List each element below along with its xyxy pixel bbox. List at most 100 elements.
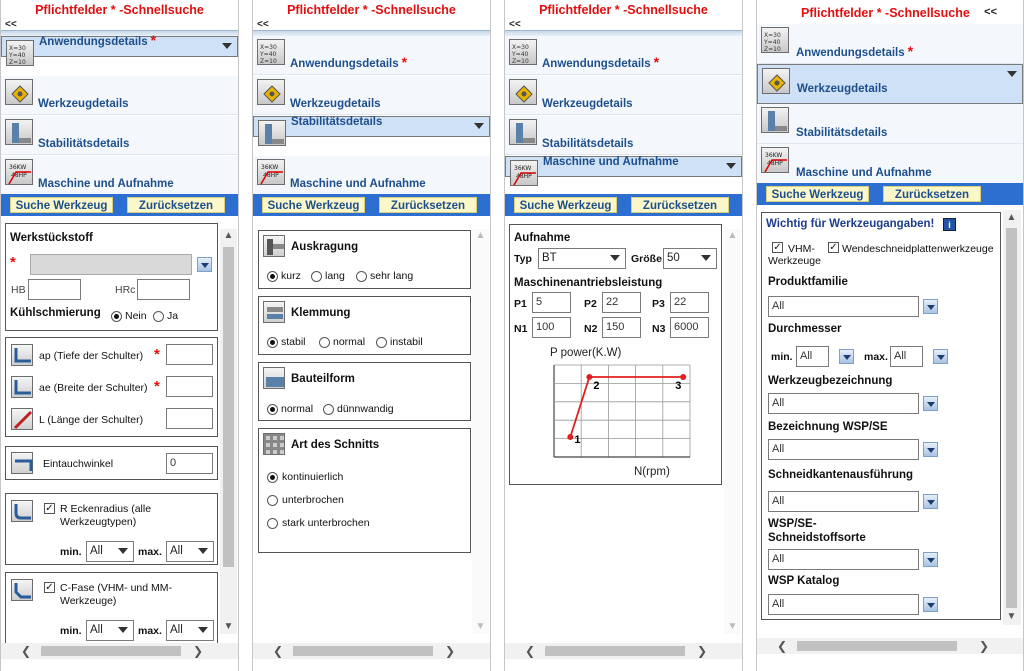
- nav-stabilitaetsdetails[interactable]: Stabilitätsdetails: [1, 116, 238, 155]
- nav-stabilitaetsdetails[interactable]: Stabilitätsdetails: [757, 104, 1023, 144]
- reset-button[interactable]: Zurücksetzen: [883, 186, 981, 202]
- schneidkante-dropdown-icon[interactable]: [923, 494, 938, 509]
- fase-max-select[interactable]: All: [166, 620, 214, 641]
- fase-checkbox[interactable]: ✓: [44, 582, 55, 593]
- normal-radio[interactable]: [319, 337, 330, 348]
- horizontal-scrollbar[interactable]: ❮ ❯: [757, 638, 1023, 654]
- scroll-down-icon[interactable]: ▼: [223, 622, 234, 632]
- search-tool-button[interactable]: Suche Werkzeug: [514, 197, 617, 213]
- scroll-up-icon[interactable]: ▲: [223, 231, 234, 241]
- produktfamilie-dropdown-icon[interactable]: [923, 299, 938, 314]
- scroll-right-icon[interactable]: ❯: [697, 644, 707, 658]
- fase-min-select[interactable]: All: [86, 620, 134, 641]
- sehrlang-radio[interactable]: [356, 271, 367, 282]
- instabil-radio[interactable]: [376, 337, 387, 348]
- stabil-radio[interactable]: [267, 337, 278, 348]
- nav-werkzeugdetails[interactable]: Werkzeugdetails: [1, 76, 238, 115]
- p2-input[interactable]: 22: [602, 292, 641, 313]
- hrc-input[interactable]: [137, 279, 190, 300]
- reset-button[interactable]: Zurücksetzen: [631, 197, 729, 213]
- nav-werkzeugdetails[interactable]: Werkzeugdetails: [505, 76, 742, 115]
- typ-select[interactable]: BT: [538, 248, 626, 269]
- schneidstoff-dropdown-icon[interactable]: [923, 552, 938, 567]
- werkzeugbezeichnung-dropdown-icon[interactable]: [923, 396, 938, 411]
- nav-stabilitaetsdetails[interactable]: Stabilitätsdetails: [505, 116, 742, 155]
- nav-werkzeugdetails[interactable]: Werkzeugdetails: [757, 64, 1023, 104]
- scroll-down-icon[interactable]: ▼: [727, 622, 738, 632]
- nav-anwendungsdetails[interactable]: X=30 Y=40 Z=10 Anwendungsdetails *: [253, 36, 490, 75]
- horizontal-scrollbar[interactable]: ❮ ❯: [505, 643, 742, 659]
- scroll-left-icon[interactable]: ❮: [21, 644, 31, 658]
- p3-input[interactable]: 22: [670, 292, 709, 313]
- eintauch-input[interactable]: 0: [166, 453, 213, 474]
- reset-button[interactable]: Zurücksetzen: [127, 197, 225, 213]
- scroll-right-icon[interactable]: ❯: [445, 644, 455, 658]
- radius-checkbox[interactable]: ✓: [44, 503, 55, 514]
- nav-stabilitaetsdetails[interactable]: Stabilitätsdetails: [253, 116, 490, 146]
- scroll-up-icon[interactable]: ▲: [727, 231, 738, 241]
- horizontal-scrollbar[interactable]: ❮ ❯: [1, 643, 238, 659]
- material-input[interactable]: [30, 254, 192, 275]
- search-tool-button[interactable]: Suche Werkzeug: [766, 186, 869, 202]
- n3-input[interactable]: 6000: [670, 317, 709, 338]
- scroll-thumb[interactable]: [545, 646, 685, 656]
- material-dropdown-icon[interactable]: [197, 257, 212, 272]
- produktfamilie-input[interactable]: All: [768, 296, 919, 317]
- scroll-left-icon[interactable]: ❮: [273, 644, 283, 658]
- bezeichnung-wsp-dropdown-icon[interactable]: [923, 442, 938, 457]
- scroll-left-icon[interactable]: ❮: [525, 644, 535, 658]
- nav-anwendungsdetails[interactable]: X=30 Y=40 Z=10 Anwendungsdetails *: [505, 36, 742, 75]
- schneidstoff-input[interactable]: All: [768, 549, 919, 570]
- unterbrochen-radio[interactable]: [267, 495, 278, 506]
- durchmesser-min-input[interactable]: All: [796, 346, 829, 367]
- stark-unterbrochen-radio[interactable]: [267, 518, 278, 529]
- scroll-left-icon[interactable]: ❮: [777, 639, 787, 653]
- reset-button[interactable]: Zurücksetzen: [379, 197, 477, 213]
- l-input[interactable]: [166, 408, 213, 429]
- ap-input[interactable]: [166, 344, 213, 365]
- n1-input[interactable]: 100: [532, 317, 571, 338]
- search-tool-button[interactable]: Suche Werkzeug: [262, 197, 365, 213]
- kuehl-ja-radio[interactable]: [153, 311, 164, 322]
- radius-min-select[interactable]: All: [86, 541, 134, 562]
- schneidkante-input[interactable]: All: [768, 491, 919, 512]
- scroll-right-icon[interactable]: ❯: [193, 644, 203, 658]
- vertical-scrollbar[interactable]: ▲ ▼: [724, 229, 741, 634]
- scroll-up-icon[interactable]: ▲: [475, 231, 486, 241]
- collapse-button[interactable]: <<: [5, 19, 17, 30]
- nav-maschine[interactable]: 36KW 48HP Maschine und Aufnahme: [253, 156, 490, 195]
- durchmesser-max-dropdown-icon[interactable]: [933, 349, 948, 364]
- hb-input[interactable]: [28, 279, 81, 300]
- scroll-thumb[interactable]: [293, 646, 433, 656]
- scroll-down-icon[interactable]: ▼: [1006, 612, 1017, 622]
- scroll-up-icon[interactable]: ▲: [1006, 213, 1017, 223]
- normal-form-radio[interactable]: [267, 404, 278, 415]
- nav-werkzeugdetails[interactable]: Werkzeugdetails: [253, 76, 490, 115]
- bezeichnung-wsp-input[interactable]: All: [768, 439, 919, 460]
- search-tool-button[interactable]: Suche Werkzeug: [10, 197, 113, 213]
- p1-input[interactable]: 5: [532, 292, 571, 313]
- scroll-thumb[interactable]: [41, 646, 181, 656]
- vertical-scrollbar[interactable]: ▲ ▼: [472, 229, 489, 634]
- info-icon[interactable]: i: [943, 218, 956, 231]
- horizontal-scrollbar[interactable]: ❮ ❯: [253, 643, 490, 659]
- kuehl-nein-radio[interactable]: [111, 311, 122, 322]
- durchmesser-min-dropdown-icon[interactable]: [839, 349, 854, 364]
- collapse-button[interactable]: <<: [509, 19, 521, 30]
- scroll-thumb[interactable]: [797, 641, 957, 651]
- groesse-select[interactable]: 50: [663, 248, 717, 269]
- katalog-input[interactable]: All: [768, 594, 919, 615]
- nav-anwendungsdetails[interactable]: X=30 Y=40 Z=10 Anwendungsdetails *: [757, 24, 1023, 64]
- scroll-thumb[interactable]: [223, 247, 234, 567]
- durchmesser-max-input[interactable]: All: [890, 346, 923, 367]
- n2-input[interactable]: 150: [602, 317, 641, 338]
- vertical-scrollbar[interactable]: ▲ ▼: [1003, 210, 1021, 625]
- collapse-button[interactable]: <<: [984, 6, 997, 18]
- katalog-dropdown-icon[interactable]: [923, 597, 938, 612]
- lang-radio[interactable]: [311, 271, 322, 282]
- nav-maschine[interactable]: 36KW 48HP Maschine und Aufnahme: [505, 156, 742, 186]
- nav-anwendungsdetails[interactable]: X=30 Y=40 Z=10 Anwendungsdetails *: [1, 32, 238, 66]
- kontinuierlich-radio[interactable]: [267, 472, 278, 483]
- vertical-scrollbar[interactable]: ▲ ▼: [220, 229, 237, 634]
- ae-input[interactable]: [166, 376, 213, 397]
